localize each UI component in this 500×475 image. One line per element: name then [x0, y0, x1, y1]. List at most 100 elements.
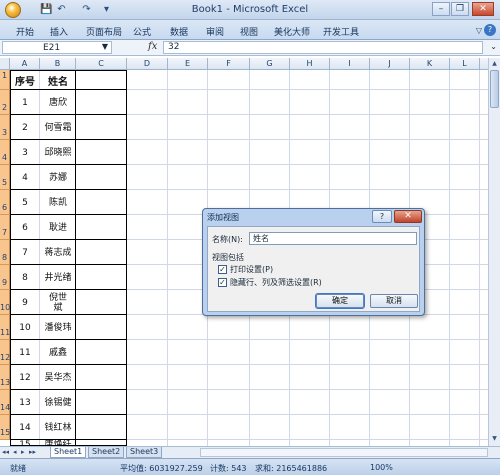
name-cell[interactable]: 徐锡健 [40, 390, 76, 415]
scroll-down-icon[interactable]: ▼ [490, 434, 499, 444]
row-header-4[interactable]: 4 [0, 140, 10, 165]
column-header-c[interactable]: C [76, 58, 127, 70]
horizontal-scrollbar[interactable] [200, 448, 488, 457]
column-header-e[interactable]: E [168, 58, 208, 70]
sheet-tab-sheet1[interactable]: Sheet1 [50, 447, 87, 458]
name-box[interactable]: E21 ▼ [2, 41, 112, 54]
column-header-m[interactable]: M [480, 58, 488, 70]
seq-cell[interactable]: 14 [10, 415, 40, 440]
column-header-d[interactable]: D [127, 58, 168, 70]
zoom-level[interactable]: 100% [370, 463, 393, 472]
vertical-scrollbar[interactable]: ▲ ▼ [488, 58, 500, 446]
name-cell[interactable]: 钱红林 [40, 415, 76, 440]
seq-cell[interactable]: 10 [10, 315, 40, 340]
row-header-1[interactable]: 1 [0, 70, 10, 90]
seq-cell[interactable]: 2 [10, 115, 40, 140]
tab-formulas[interactable]: 公式 [133, 25, 151, 38]
seq-cell[interactable]: 6 [10, 215, 40, 240]
seq-cell[interactable]: 3 [10, 140, 40, 165]
header-cell-name[interactable]: 姓名 [40, 70, 76, 90]
seq-cell[interactable]: 1 [10, 90, 40, 115]
seq-cell[interactable]: 5 [10, 190, 40, 215]
expand-formula-bar-icon[interactable]: ⌄ [490, 42, 497, 51]
help-icon[interactable]: ? [484, 24, 496, 36]
dialog-help-button[interactable]: ? [372, 210, 392, 223]
column-header-k[interactable]: K [410, 58, 450, 70]
view-name-input[interactable]: 姓名 [249, 232, 417, 245]
undo-icon[interactable]: ↶ [55, 3, 68, 16]
select-all-corner[interactable] [0, 58, 10, 70]
tab-beautify-master[interactable]: 美化大师 [274, 25, 310, 38]
name-cell[interactable]: 唐欣 [40, 90, 76, 115]
row-header-9[interactable]: 9 [0, 265, 10, 290]
name-cell[interactable]: 陈凯 [40, 190, 76, 215]
dialog-close-button[interactable]: ✕ [394, 210, 422, 223]
row-header-7[interactable]: 7 [0, 215, 10, 240]
column-header-b[interactable]: B [40, 58, 76, 70]
column-header-f[interactable]: F [208, 58, 250, 70]
tab-insert[interactable]: 插入 [50, 25, 68, 38]
name-cell[interactable]: 倪世 斌 [40, 290, 76, 315]
next-sheet-icon[interactable]: ▸ [21, 448, 25, 456]
minimize-button[interactable]: – [432, 2, 450, 16]
scroll-up-icon[interactable]: ▲ [490, 59, 499, 69]
row-header-10[interactable]: 10 [0, 290, 10, 315]
tab-data[interactable]: 数据 [170, 25, 188, 38]
row-header-8[interactable]: 8 [0, 240, 10, 265]
header-cell-seq[interactable]: 序号 [10, 70, 40, 90]
scroll-thumb[interactable] [490, 70, 499, 108]
column-header-a[interactable]: A [10, 58, 40, 70]
sheet-tab-sheet3[interactable]: Sheet3 [126, 447, 163, 458]
name-cell[interactable]: 蒋志成 [40, 240, 76, 265]
print-settings-option[interactable]: ✓ 打印设置(P) [218, 264, 273, 275]
row-header-3[interactable]: 3 [0, 115, 10, 140]
sheet-tab-sheet2[interactable]: Sheet2 [88, 447, 125, 458]
row-header-12[interactable]: 12 [0, 340, 10, 365]
insert-function-icon[interactable]: fx [148, 41, 157, 52]
column-header-g[interactable]: G [250, 58, 290, 70]
tab-developer[interactable]: 开发工具 [323, 25, 359, 38]
close-button[interactable]: ✕ [472, 2, 494, 16]
tab-home[interactable]: 开始 [16, 25, 34, 38]
name-cell[interactable]: 耿进 [40, 215, 76, 240]
row-header-6[interactable]: 6 [0, 190, 10, 215]
row-header-5[interactable]: 5 [0, 165, 10, 190]
name-cell[interactable]: 吴华杰 [40, 365, 76, 390]
first-sheet-icon[interactable]: ◂◂ [2, 448, 9, 456]
column-header-i[interactable]: I [330, 58, 370, 70]
row-header-2[interactable]: 2 [0, 90, 10, 115]
cancel-button[interactable]: 取消 [370, 294, 418, 308]
row-header-15[interactable]: 15 [0, 415, 10, 440]
column-header-h[interactable]: H [290, 58, 330, 70]
office-button[interactable] [5, 2, 21, 18]
column-header-l[interactable]: L [450, 58, 480, 70]
name-cell[interactable]: 潘俊玮 [40, 315, 76, 340]
row-header-14[interactable]: 14 [0, 390, 10, 415]
row-header-13[interactable]: 13 [0, 365, 10, 390]
seq-cell[interactable]: 8 [10, 265, 40, 290]
tab-view[interactable]: 视图 [240, 25, 258, 38]
hidden-rows-option[interactable]: ✓ 隐藏行、列及筛选设置(R) [218, 277, 322, 288]
dropdown-arrow-icon[interactable]: ▼ [102, 42, 108, 51]
name-cell[interactable]: 苏娜 [40, 165, 76, 190]
tab-page-layout[interactable]: 页面布局 [86, 25, 122, 38]
seq-cell[interactable]: 7 [10, 240, 40, 265]
name-cell[interactable]: 何雪霜 [40, 115, 76, 140]
prev-sheet-icon[interactable]: ◂ [13, 448, 17, 456]
seq-cell[interactable]: 13 [10, 390, 40, 415]
seq-cell[interactable]: 4 [10, 165, 40, 190]
save-icon[interactable]: 💾 [40, 3, 53, 16]
seq-cell[interactable]: 11 [10, 340, 40, 365]
column-header-j[interactable]: J [370, 58, 410, 70]
last-sheet-icon[interactable]: ▸▸ [29, 448, 36, 456]
name-cell[interactable]: 戚鑫 [40, 340, 76, 365]
hidden-rows-checkbox[interactable]: ✓ [218, 278, 227, 287]
formula-input[interactable]: 32 [163, 41, 483, 54]
tab-review[interactable]: 审阅 [206, 25, 224, 38]
restore-button[interactable]: ❐ [451, 2, 469, 16]
name-cell[interactable]: 邱晓熙 [40, 140, 76, 165]
name-cell[interactable]: 井光绪 [40, 265, 76, 290]
print-settings-checkbox[interactable]: ✓ [218, 265, 227, 274]
customize-qat-icon[interactable]: ▾ [100, 3, 113, 16]
redo-icon[interactable]: ↷ [80, 3, 93, 16]
